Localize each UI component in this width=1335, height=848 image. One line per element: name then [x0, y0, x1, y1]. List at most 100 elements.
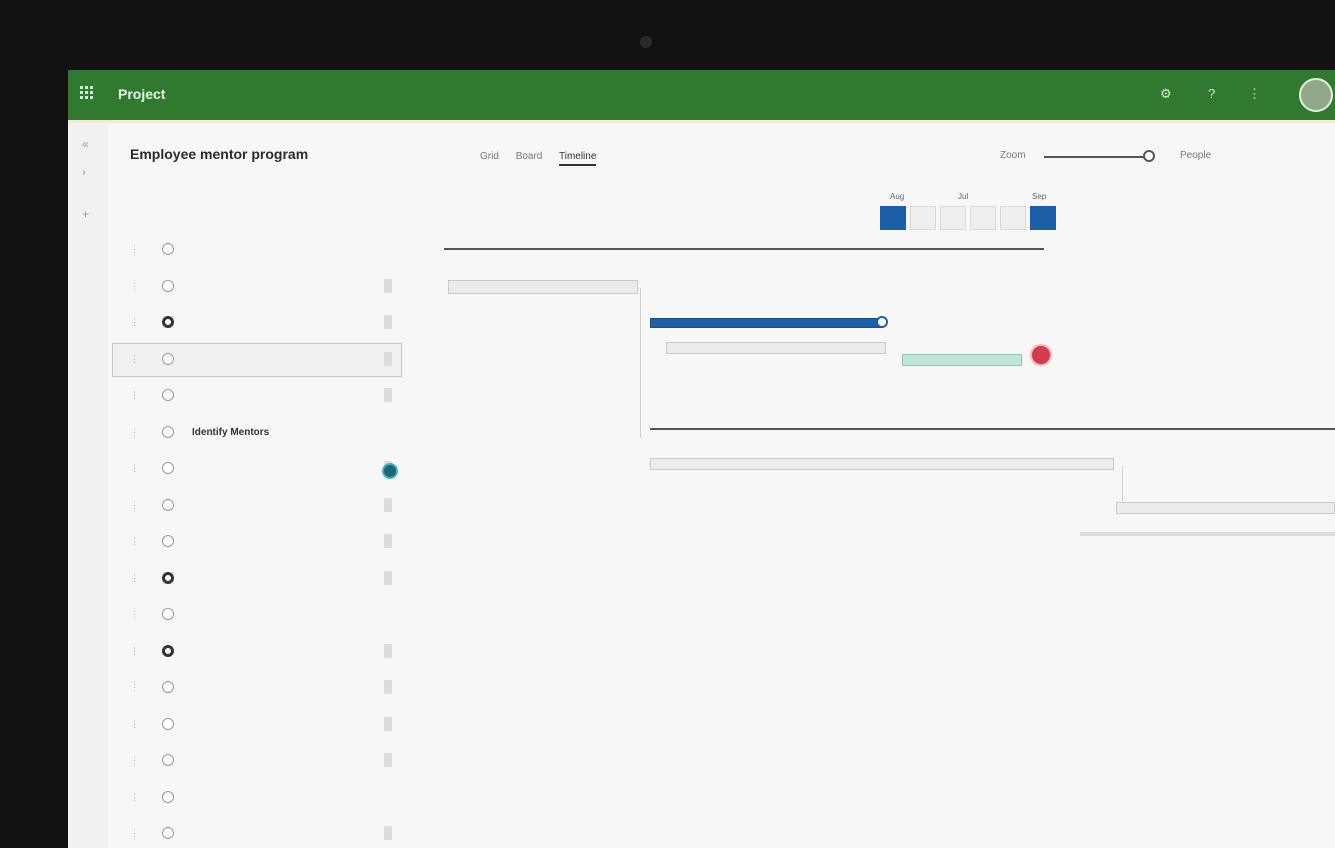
drag-handle-icon[interactable]: ⋮ [130, 317, 144, 328]
bar-resize-handle[interactable] [876, 316, 888, 328]
month-label: Aug [890, 192, 905, 201]
tab-board[interactable]: Board [516, 151, 543, 162]
task-row[interactable]: ⋮ [120, 816, 420, 848]
task-detail-marker [384, 315, 392, 329]
assignee-avatar[interactable] [382, 463, 398, 479]
task-complete-checkbox[interactable] [162, 827, 174, 839]
task-group-row[interactable]: ⋮ Identify Mentors [120, 415, 420, 451]
drag-handle-icon[interactable]: ⋮ [130, 281, 144, 292]
more-icon[interactable]: ⋮ [1248, 86, 1261, 102]
task-bar[interactable] [1116, 502, 1335, 514]
task-detail-marker [384, 278, 392, 293]
drag-handle-icon[interactable]: ⋮ [130, 463, 144, 474]
timeline-day-cell[interactable] [1030, 206, 1056, 230]
task-complete-checkbox[interactable] [162, 790, 174, 803]
drag-handle-icon[interactable]: ⋮ [130, 828, 144, 839]
tab-timeline[interactable]: Timeline [558, 151, 597, 166]
project-title: Employee mentor program [130, 146, 309, 162]
task-bar[interactable] [1080, 532, 1335, 536]
task-complete-checkbox[interactable] [162, 535, 174, 547]
chevron-icon[interactable]: › [82, 165, 86, 179]
task-group-row[interactable]: ⋮ [120, 780, 420, 816]
app-name: Project [118, 86, 166, 102]
drag-handle-icon[interactable]: ⋮ [130, 719, 144, 730]
task-bar[interactable] [448, 280, 638, 294]
people-button[interactable]: People [1180, 150, 1211, 161]
drag-handle-icon[interactable]: ⋮ [130, 390, 144, 401]
task-row[interactable]: ⋮ [120, 488, 420, 524]
task-row[interactable]: ⋮ [120, 378, 420, 414]
task-detail-marker [384, 351, 392, 366]
collapse-icon[interactable]: « [82, 137, 89, 151]
task-row[interactable]: ⋮ [120, 524, 420, 560]
zoom-slider-track[interactable] [1044, 156, 1154, 158]
task-bar-selected[interactable] [650, 318, 882, 328]
add-icon[interactable]: + [82, 207, 89, 221]
task-bar[interactable] [666, 342, 886, 354]
avatar[interactable] [1299, 78, 1333, 112]
app-screen: Project ⚙ ? ⋮ « › + Employee mentor prog… [68, 70, 1335, 848]
drag-handle-icon[interactable]: ⋮ [130, 682, 144, 693]
header-accent-line [68, 120, 1335, 123]
left-rail: « › + [68, 123, 108, 848]
task-row[interactable]: ⋮ [120, 561, 420, 597]
task-row[interactable]: ⋮ [120, 634, 420, 670]
task-group-row[interactable]: ⋮ [120, 232, 420, 268]
timeline-day-cell[interactable] [910, 206, 936, 230]
task-complete-checkbox[interactable] [162, 608, 174, 620]
task-complete-checkbox[interactable] [162, 425, 174, 438]
drag-handle-icon[interactable]: ⋮ [130, 646, 144, 657]
task-complete-checkbox[interactable] [162, 717, 174, 730]
task-complete-checkbox[interactable] [162, 571, 174, 584]
dependency-connector [640, 288, 641, 438]
task-complete-checkbox[interactable] [162, 462, 174, 474]
timeline-day-cell[interactable] [880, 206, 906, 230]
milestone-pin[interactable] [1030, 344, 1052, 366]
task-row[interactable]: ⋮ [120, 269, 420, 305]
timeline-day-cell[interactable] [940, 206, 966, 230]
drag-handle-icon[interactable]: ⋮ [130, 792, 144, 803]
task-row[interactable]: ⋮ [120, 670, 420, 706]
task-row[interactable]: ⋮ [120, 342, 420, 378]
task-row[interactable]: ⋮ [120, 743, 420, 779]
group-summary-line [650, 428, 1335, 430]
group-name: Identify Mentors [192, 426, 270, 438]
task-complete-checkbox[interactable] [162, 498, 174, 511]
zoom-label: Zoom [1000, 150, 1026, 161]
drag-handle-icon[interactable]: ⋮ [130, 500, 144, 511]
drag-handle-icon[interactable]: ⋮ [130, 609, 144, 620]
timeline-day-cell[interactable] [970, 206, 996, 230]
tab-grid[interactable]: Grid [480, 151, 499, 162]
waffle-icon[interactable] [80, 86, 94, 100]
task-complete-checkbox[interactable] [162, 352, 174, 365]
drag-handle-icon[interactable]: ⋮ [130, 427, 144, 438]
task-detail-marker [384, 826, 392, 840]
task-complete-checkbox[interactable] [162, 681, 174, 693]
task-complete-checkbox[interactable] [162, 644, 174, 657]
drag-handle-icon[interactable]: ⋮ [130, 354, 144, 365]
task-detail-marker [384, 643, 392, 658]
task-complete-checkbox[interactable] [162, 279, 174, 292]
device-frame: Project ⚙ ? ⋮ « › + Employee mentor prog… [0, 0, 1335, 848]
task-bar[interactable] [902, 354, 1022, 366]
drag-handle-icon[interactable]: ⋮ [130, 244, 144, 255]
task-complete-checkbox[interactable] [162, 389, 174, 401]
task-row[interactable]: ⋮ [120, 707, 420, 743]
task-row[interactable]: ⋮ [120, 451, 420, 487]
zoom-slider-thumb[interactable] [1142, 150, 1155, 162]
task-detail-marker [384, 680, 392, 694]
task-group-row[interactable]: ⋮ [120, 597, 420, 633]
task-complete-checkbox[interactable] [162, 754, 174, 766]
task-bar[interactable] [650, 458, 1114, 470]
drag-handle-icon[interactable]: ⋮ [130, 536, 144, 547]
task-complete-checkbox[interactable] [162, 316, 174, 328]
help-icon[interactable]: ? [1208, 86, 1215, 101]
timeline-day-cell[interactable] [1000, 206, 1026, 230]
task-row[interactable]: ⋮ [120, 305, 420, 341]
drag-handle-icon[interactable]: ⋮ [130, 755, 144, 766]
view-switcher: Grid Board Timeline [480, 151, 610, 166]
drag-handle-icon[interactable]: ⋮ [130, 573, 144, 584]
settings-icon[interactable]: ⚙ [1160, 86, 1172, 102]
month-label: Sep [1032, 192, 1047, 201]
task-complete-checkbox[interactable] [162, 243, 174, 255]
